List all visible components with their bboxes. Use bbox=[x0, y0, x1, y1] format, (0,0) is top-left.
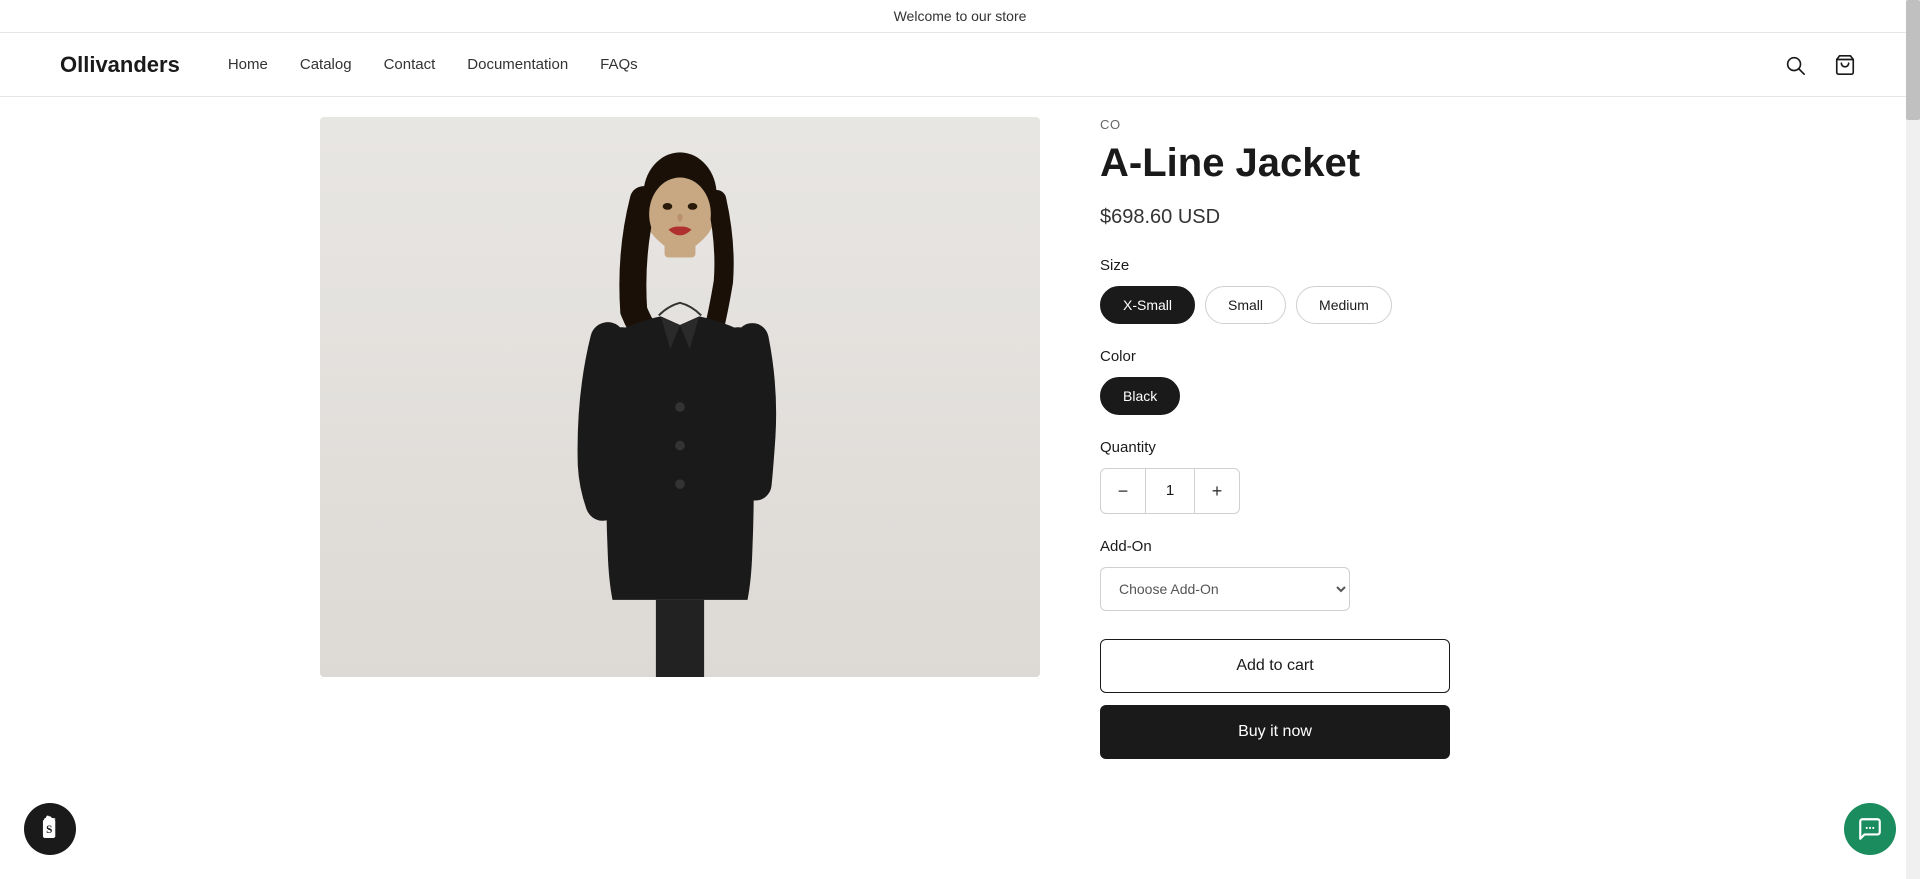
main-content: CO A-Line Jacket $698.60 USD Size X-Smal… bbox=[260, 97, 1660, 759]
chat-widget[interactable] bbox=[1844, 803, 1896, 855]
shopify-badge[interactable]: S bbox=[24, 803, 76, 855]
size-label: Size bbox=[1100, 257, 1600, 274]
size-options: X-Small Small Medium bbox=[1100, 286, 1600, 324]
scrollbar[interactable] bbox=[1906, 0, 1920, 879]
nav-catalog[interactable]: Catalog bbox=[300, 56, 352, 73]
nav-documentation[interactable]: Documentation bbox=[467, 56, 568, 73]
main-nav: Home Catalog Contact Documentation FAQs bbox=[228, 56, 1780, 73]
announcement-bar: Welcome to our store bbox=[0, 0, 1920, 33]
product-title: A-Line Jacket bbox=[1100, 140, 1600, 186]
search-button[interactable] bbox=[1780, 50, 1810, 80]
announcement-text: Welcome to our store bbox=[894, 8, 1027, 24]
product-price: $698.60 USD bbox=[1100, 206, 1600, 229]
size-medium[interactable]: Medium bbox=[1296, 286, 1392, 324]
svg-text:S: S bbox=[46, 824, 52, 836]
search-icon bbox=[1784, 54, 1806, 76]
plus-icon: + bbox=[1212, 481, 1223, 502]
cart-button[interactable] bbox=[1830, 50, 1860, 80]
color-black[interactable]: Black bbox=[1100, 377, 1180, 415]
product-details: CO A-Line Jacket $698.60 USD Size X-Smal… bbox=[1100, 97, 1600, 759]
size-small[interactable]: Small bbox=[1205, 286, 1286, 324]
color-label: Color bbox=[1100, 348, 1600, 365]
scrollbar-thumb[interactable] bbox=[1906, 0, 1920, 120]
shopify-icon: S bbox=[36, 815, 64, 843]
nav-home[interactable]: Home bbox=[228, 56, 268, 73]
quantity-increase[interactable]: + bbox=[1195, 469, 1239, 513]
cart-icon bbox=[1834, 54, 1856, 76]
minus-icon: − bbox=[1118, 481, 1129, 502]
quantity-decrease[interactable]: − bbox=[1101, 469, 1145, 513]
product-gallery bbox=[320, 97, 1040, 759]
product-image bbox=[320, 117, 1040, 677]
model-svg bbox=[510, 137, 850, 677]
quantity-container: − 1 + bbox=[1100, 468, 1240, 514]
size-xsmall[interactable]: X-Small bbox=[1100, 286, 1195, 324]
quantity-value: 1 bbox=[1145, 469, 1195, 513]
nav-contact[interactable]: Contact bbox=[384, 56, 436, 73]
logo[interactable]: Ollivanders bbox=[60, 52, 180, 78]
addon-select[interactable]: Choose Add-On bbox=[1100, 567, 1350, 611]
model-image bbox=[320, 117, 1040, 677]
chat-icon bbox=[1857, 816, 1883, 842]
header: Ollivanders Home Catalog Contact Documen… bbox=[0, 33, 1920, 97]
color-options: Black bbox=[1100, 377, 1600, 415]
add-to-cart-button[interactable]: Add to cart bbox=[1100, 639, 1450, 693]
quantity-label: Quantity bbox=[1100, 439, 1600, 456]
addon-label: Add-On bbox=[1100, 538, 1600, 555]
product-vendor: CO bbox=[1100, 117, 1600, 132]
header-icons bbox=[1780, 50, 1860, 80]
nav-faqs[interactable]: FAQs bbox=[600, 56, 638, 73]
buy-now-button[interactable]: Buy it now bbox=[1100, 705, 1450, 759]
